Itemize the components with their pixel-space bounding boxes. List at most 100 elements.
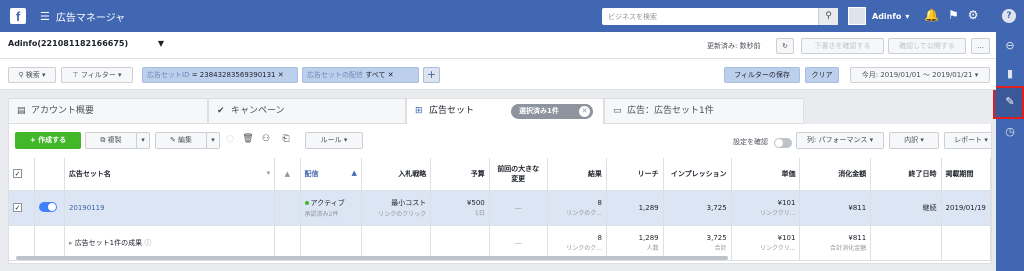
close-icon[interactable]: ✕ bbox=[579, 106, 590, 117]
help-icon[interactable]: ? bbox=[1002, 9, 1016, 23]
gear-icon[interactable]: ⚙ bbox=[968, 8, 979, 22]
col-results[interactable]: 結果 bbox=[547, 158, 607, 191]
summary-row: ▸ 広告セット1件の成果 ⓘ — 8 リンクのク... 1,289 人数 3,725… bbox=[9, 225, 991, 261]
col-end[interactable]: 終了日時 bbox=[870, 158, 942, 191]
clear-button[interactable]: クリア bbox=[805, 67, 839, 83]
schedule-cell: 2019/01/19 bbox=[941, 190, 991, 226]
select-all-checkbox[interactable]: ✓ bbox=[9, 158, 36, 191]
budget-sub: 1日 bbox=[474, 209, 485, 217]
bell-icon[interactable]: 🔔 bbox=[924, 8, 939, 22]
search-button[interactable]: ⚲ 検索 ▾ bbox=[8, 67, 56, 83]
reports-button[interactable]: レポート ▾ bbox=[944, 132, 991, 149]
col-bid[interactable]: 入札戦略 bbox=[361, 158, 432, 191]
results-cell: 8 リンクのク... bbox=[547, 190, 607, 226]
clock-icon[interactable]: ◷ bbox=[1002, 124, 1018, 140]
account-menu[interactable]: Adinfo ▾ bbox=[848, 7, 909, 25]
col-reach[interactable]: リーチ bbox=[606, 158, 664, 191]
summary-reach-sub: 人数 bbox=[646, 244, 659, 252]
rules-button[interactable]: ルール ▾ bbox=[305, 132, 363, 149]
edit-button[interactable]: ✎ 編集 bbox=[155, 132, 207, 149]
breakdown-button[interactable]: 内訳 ▾ bbox=[889, 132, 939, 149]
sort-asc-icon: ▲ bbox=[351, 168, 357, 177]
menu-icon[interactable]: ☰ bbox=[40, 10, 50, 23]
col-cost[interactable]: 単価 bbox=[731, 158, 801, 191]
facebook-logo-icon[interactable]: f bbox=[10, 8, 26, 24]
account-bar: Adinfo(221081182166675) ▼ 更新済み: 数秒前 ↻ 下書… bbox=[0, 32, 996, 59]
tab-campaigns[interactable]: ✔ キャンペーン bbox=[208, 98, 406, 124]
flag-icon[interactable]: ⚑ bbox=[948, 8, 959, 22]
settings-check-toggle[interactable] bbox=[774, 138, 792, 148]
columns-button[interactable]: 列: パフォーマンス ▾ bbox=[796, 132, 884, 149]
summary-results: 8 リンクのク... bbox=[547, 225, 607, 261]
col-budget[interactable]: 予算 bbox=[430, 158, 490, 191]
date-range-picker[interactable]: 今月: 2019/01/01 ～ 2019/01/21 ▾ bbox=[850, 67, 990, 83]
col-spend[interactable]: 消化金額 bbox=[799, 158, 872, 191]
horizontal-scrollbar[interactable] bbox=[16, 256, 728, 260]
col-schedule[interactable]: 掲載期間 bbox=[941, 158, 991, 191]
row-toggle[interactable] bbox=[34, 190, 65, 226]
preview-icon[interactable]: ⎗ bbox=[279, 132, 293, 149]
create-button[interactable]: + 作成する bbox=[15, 132, 81, 149]
chip-key: 広告セットの配信 bbox=[307, 71, 363, 79]
save-filter-button[interactable]: フィルターの保存 bbox=[724, 67, 800, 83]
edit-dropdown[interactable]: ▾ bbox=[206, 132, 220, 149]
refresh-icon[interactable]: ↻ bbox=[776, 38, 794, 54]
col-last-change[interactable]: 前回の大きな変更 bbox=[489, 158, 548, 191]
review-publish-button[interactable]: 確認して公開する bbox=[888, 38, 966, 54]
summary-reach: 1,289 人数 bbox=[606, 225, 664, 261]
more-button[interactable]: … bbox=[971, 38, 990, 54]
table-toolbar: + 作成する ⧉ 複製 ▾ ✎ 編集 ▾ ◌ 🗑 ⚇ ⎗ ルール ▾ 設定を確認… bbox=[9, 130, 991, 150]
business-search-input[interactable]: ビジネスを検索 ⚲ bbox=[602, 8, 838, 25]
summary-impressions: 3,725 合計 bbox=[663, 225, 732, 261]
summary-results-sub: リンクのク... bbox=[566, 244, 602, 252]
undo-icon[interactable]: ◌ bbox=[223, 132, 237, 149]
search-icon[interactable]: ⚲ bbox=[818, 8, 838, 25]
summary-spend-value: ¥811 bbox=[848, 233, 867, 242]
table-row[interactable]: ✓ 20190119 アクティブ 承認済み2件 最小コスト リンクのクリック ¥50… bbox=[9, 190, 991, 226]
grid-icon: ⊞ bbox=[415, 106, 423, 116]
filter-chip-delivery[interactable]: 広告セットの配信 すべて ✕ bbox=[302, 67, 419, 83]
col-delivery[interactable]: 配信 ▲ bbox=[300, 158, 362, 191]
bid-sub: リンクのクリック bbox=[378, 210, 427, 218]
summary-spend-sub: 合計消化金額 bbox=[830, 244, 867, 252]
ab-test-icon[interactable]: ⚇ bbox=[259, 132, 273, 149]
review-drafts-button[interactable]: 下書きを確認する bbox=[801, 38, 884, 54]
account-selector-label: Adinfo(221081182166675) bbox=[8, 39, 129, 48]
summary-label-cell[interactable]: ▸ 広告セット1件の成果 ⓘ bbox=[64, 225, 276, 261]
add-filter-button[interactable]: + bbox=[423, 67, 440, 83]
budget-cell[interactable]: ¥500 1日 bbox=[430, 190, 490, 226]
adset-name: 20190119 bbox=[68, 203, 105, 212]
col-name[interactable]: 広告セット名 ▾ bbox=[64, 158, 276, 191]
tab-ads[interactable]: ▭ 広告：広告セット1件 bbox=[604, 98, 804, 124]
tab-account-overview[interactable]: ▤ アカウント概要 bbox=[8, 98, 208, 124]
col-impressions[interactable]: インプレッション bbox=[663, 158, 732, 191]
close-icon[interactable]: ✕ bbox=[278, 71, 284, 79]
summary-empty-cell bbox=[274, 225, 301, 261]
close-icon[interactable]: ✕ bbox=[388, 71, 394, 79]
warning-cell bbox=[274, 190, 301, 226]
level-tabs: ▤ アカウント概要 ✔ キャンペーン ⊞ 広告セット ▭ 広告：広告セット1件 bbox=[0, 90, 996, 125]
trash-icon[interactable]: 🗑 bbox=[241, 132, 255, 149]
summary-empty-cell bbox=[300, 225, 362, 261]
row-checkbox[interactable]: ✓ bbox=[9, 190, 36, 226]
filter-button[interactable]: ⊤ フィルター ▾ bbox=[61, 67, 133, 83]
duplicate-dropdown[interactable]: ▾ bbox=[136, 132, 150, 149]
duplicate-button[interactable]: ⧉ 複製 bbox=[85, 132, 137, 149]
selection-badge[interactable]: 選択済み1件 ✕ bbox=[511, 104, 593, 119]
filter-button-label: フィルター bbox=[80, 71, 116, 79]
collapse-icon[interactable]: ⊖ bbox=[1002, 38, 1018, 54]
avatar bbox=[848, 7, 866, 25]
col-delivery-label: 配信 bbox=[304, 169, 319, 178]
filter-chip-adset-id[interactable]: 広告セットID = 23843283569390131 ✕ bbox=[142, 67, 298, 83]
pencil-icon[interactable]: ✎ bbox=[1002, 94, 1018, 110]
pencil-icon: ✎ bbox=[169, 136, 179, 144]
account-selector[interactable]: Adinfo(221081182166675) ▼ bbox=[8, 39, 170, 54]
adset-name-link[interactable]: 20190119 bbox=[64, 190, 276, 226]
adsets-table: ✓ 広告セット名 ▾ ▲ 配信 ▲ 入札戦略 予算 前回の大きな変更 結果 リーチ … bbox=[9, 158, 991, 261]
app-title: 広告マネージャ bbox=[55, 12, 126, 24]
summary-impressions-value: 3,725 bbox=[706, 233, 727, 242]
date-range-label: 今月: 2019/01/01 ～ 2019/01/21 bbox=[861, 71, 973, 79]
summary-empty-cell bbox=[361, 225, 432, 261]
chart-icon[interactable]: ▮ bbox=[1002, 66, 1018, 82]
results-sub: リンクのク... bbox=[566, 209, 602, 217]
